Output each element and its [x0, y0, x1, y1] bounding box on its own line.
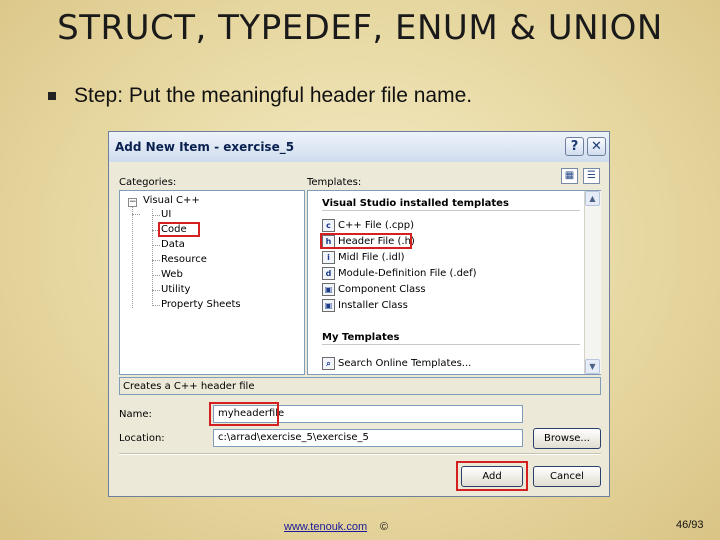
slide-title: STRUCT, TYPEDEF, ENUM & UNION: [57, 8, 663, 48]
location-input[interactable]: c:\arrad\exercise_5\exercise_5: [213, 429, 523, 447]
name-label: Name:: [119, 409, 152, 420]
search-online-icon: ⌕: [322, 357, 335, 370]
bullet-text: Step: Put the meaningful header file nam…: [74, 84, 473, 107]
dialog-titlebar[interactable]: Add New Item - exercise_5 ? ✕: [109, 132, 609, 162]
installer-class-icon: ▣: [322, 299, 335, 312]
dialog-separator: [119, 453, 601, 455]
templates-label: Templates:: [307, 177, 362, 188]
template-component-class[interactable]: Component Class: [338, 284, 426, 295]
midl-file-icon: i: [322, 251, 335, 264]
scroll-down-icon[interactable]: ▼: [585, 359, 600, 374]
dialog-title: Add New Item - exercise_5: [115, 140, 295, 154]
small-icons-view-icon[interactable]: ☰: [583, 168, 600, 184]
my-templates-heading: My Templates: [322, 332, 400, 343]
close-button[interactable]: ✕: [587, 137, 606, 156]
add-highlight-box: [456, 461, 528, 491]
template-search-online[interactable]: Search Online Templates...: [338, 358, 471, 369]
tree-item-data[interactable]: Data: [161, 239, 185, 250]
browse-button[interactable]: Browse...: [533, 428, 601, 449]
code-highlight-box: [158, 222, 200, 237]
name-highlight-box: [209, 402, 279, 426]
templates-scrollbar[interactable]: ▲ ▼: [584, 191, 601, 374]
page-number: 46/93: [676, 519, 704, 531]
tree-item-visual-cpp[interactable]: Visual C++: [143, 195, 200, 206]
cancel-button[interactable]: Cancel: [533, 466, 601, 487]
template-cpp-file[interactable]: C++ File (.cpp): [338, 220, 414, 231]
template-midl-file[interactable]: Midl File (.idl): [338, 252, 405, 263]
copyright-symbol: ©: [380, 521, 389, 533]
collapse-expander-icon[interactable]: −: [128, 198, 137, 207]
help-button[interactable]: ?: [565, 137, 584, 156]
large-icons-view-icon[interactable]: ▦: [561, 168, 578, 184]
header-file-highlight-box: [320, 233, 412, 249]
tree-item-property-sheets[interactable]: Property Sheets: [161, 299, 241, 310]
template-description: Creates a C++ header file: [119, 377, 601, 395]
bullet-row: Step: Put the meaningful header file nam…: [48, 84, 472, 108]
tree-item-ui[interactable]: UI: [161, 209, 171, 220]
cpp-file-icon: c: [322, 219, 335, 232]
installed-templates-heading: Visual Studio installed templates: [322, 198, 509, 209]
tree-item-web[interactable]: Web: [161, 269, 183, 280]
scroll-up-icon[interactable]: ▲: [585, 191, 600, 206]
add-new-item-dialog: Add New Item - exercise_5 ? ✕ Categories…: [108, 131, 610, 497]
tenouk-link[interactable]: www.tenouk.com: [284, 521, 367, 533]
template-installer-class[interactable]: Installer Class: [338, 300, 408, 311]
def-file-icon: d: [322, 267, 335, 280]
component-class-icon: ▣: [322, 283, 335, 296]
tree-item-resource[interactable]: Resource: [161, 254, 207, 265]
square-bullet-icon: [48, 92, 56, 100]
templates-list[interactable]: Visual Studio installed templates c C++ …: [307, 190, 601, 375]
tree-item-utility[interactable]: Utility: [161, 284, 190, 295]
template-module-definition-file[interactable]: Module-Definition File (.def): [338, 268, 477, 279]
categories-label: Categories:: [119, 177, 177, 188]
categories-tree[interactable]: − Visual C++ UI Code Data Resource Web U…: [119, 190, 305, 375]
location-label: Location:: [119, 433, 165, 444]
